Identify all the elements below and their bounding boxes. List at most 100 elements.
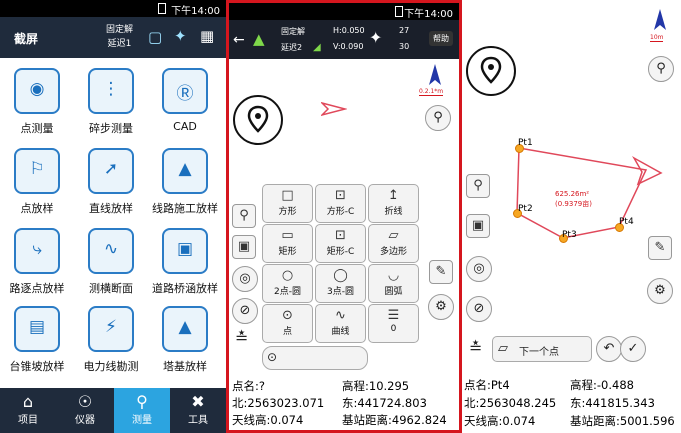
tile-road-point-stakeout[interactable]: ⤷ 路逐点放样: [0, 228, 74, 296]
next-point-button[interactable]: ▱ 下一个点: [492, 336, 592, 362]
tile-power-line-survey[interactable]: ⚡ 电力线勘测: [74, 306, 148, 374]
shape-polyline[interactable]: ↥ 折线: [368, 184, 419, 223]
square-center-icon: ⊡: [335, 188, 346, 203]
tab-label: 工具: [188, 415, 208, 426]
tile-label: 台锥坡放样: [9, 360, 65, 373]
map-canvas[interactable]: 10m ⚲ Pt1 Pt2 Pt3 Pt4 625.26m² (0.9379亩)…: [462, 0, 681, 373]
tile-bridge-culvert-stakeout[interactable]: ▣ 道路桥涵放样: [148, 228, 222, 296]
layers-icon: ☰: [387, 308, 400, 323]
base-distance: 基站距离:5001.596: [570, 414, 675, 428]
confirm-check-icon[interactable]: ✓: [620, 336, 646, 362]
center-location-icon[interactable]: ◎: [232, 266, 258, 292]
status-bar: 下午14:00: [0, 0, 226, 17]
tab-instrument[interactable]: ☉ 仪器: [57, 388, 113, 433]
shape-label: 2点-圆: [274, 287, 301, 297]
location-pin-icon: [247, 105, 269, 133]
tab-tools[interactable]: ✖ 工具: [170, 388, 226, 433]
tile-line-stakeout[interactable]: ➚ 直线放样: [74, 148, 148, 216]
tile-point-stakeout[interactable]: ⚐ 点放样: [0, 148, 74, 216]
tile-point-survey[interactable]: ◉ 点测量: [0, 68, 74, 136]
shape-polygon[interactable]: ▱ 多边形: [368, 224, 419, 263]
locate-button[interactable]: [233, 95, 283, 145]
point-collect-icon[interactable]: ⚲: [232, 204, 256, 228]
point-survey-icon: ◉: [14, 68, 60, 114]
tile-label: 直线放样: [89, 202, 133, 215]
home-icon: ⌂: [22, 392, 34, 411]
shape-label: 方形: [278, 207, 297, 217]
tile-label: 测横断面: [89, 282, 133, 295]
shape-label: 点: [282, 327, 292, 337]
survey-menu-panel: 下午14:00 截屏 固定解 延迟1 ▢ ✦ ▦ ◉ 点测量 ⋮ 碎步测量 Ⓡ …: [0, 0, 226, 433]
instrument-icon: ☉: [77, 392, 93, 411]
tile-detail-survey[interactable]: ⋮ 碎步测量: [74, 68, 148, 136]
point-name: 点名:?: [232, 379, 265, 393]
polygon-icon: ▱: [498, 341, 508, 356]
shape-label: 曲线: [331, 327, 350, 337]
cad-icon: Ⓡ: [162, 68, 208, 114]
area-mu-value: (0.9379亩): [555, 200, 592, 208]
shape-square[interactable]: □ 方形: [262, 184, 313, 223]
gnss-receiver-icon[interactable]: ▲: [253, 30, 265, 48]
battery-icon: [158, 3, 166, 14]
shape-label: 方形-C: [326, 207, 355, 217]
tile-label: 道路桥涵放样: [152, 282, 218, 295]
north-arrow-icon: [429, 64, 441, 85]
rect-icon: ▭: [281, 228, 294, 243]
tile-label: 塔基放样: [163, 360, 207, 373]
bridge-icon: ▣: [162, 228, 208, 274]
settings-gear-icon[interactable]: ⚙: [647, 278, 673, 304]
point-collect-icon[interactable]: ⚲: [466, 174, 490, 198]
shape-label: 圆弧: [384, 287, 403, 297]
tile-label: 碎步测量: [89, 122, 133, 135]
map-layer-button[interactable]: ⚲: [425, 105, 451, 131]
shape-circle-2pt[interactable]: ○ 2点-圆: [262, 264, 313, 303]
antenna-height: 天线高:0.074: [464, 414, 536, 428]
tab-project[interactable]: ⌂ 项目: [0, 388, 56, 433]
shape-rectangle[interactable]: ▭ 矩形: [262, 224, 313, 263]
tab-survey[interactable]: ⚲ 测量: [114, 388, 170, 433]
center-location-icon[interactable]: ◎: [466, 256, 492, 282]
zoom-extent-icon[interactable]: ▣: [232, 235, 256, 259]
status-bar: 下午14:00: [229, 3, 459, 20]
bottom-tab-bar: ⌂ 项目 ☉ 仪器 ⚲ 测量 ✖ 工具: [0, 388, 226, 433]
collapse-chevron-icon[interactable]: ≛: [469, 338, 482, 357]
shape-arc[interactable]: ◡ 圆弧: [368, 264, 419, 303]
east-coordinate: 东:441724.803: [342, 396, 427, 410]
back-arrow-icon[interactable]: ←: [233, 32, 245, 48]
shape-layers[interactable]: ☰ 0: [368, 304, 419, 343]
settings-gear-icon[interactable]: ⚙: [428, 294, 454, 320]
elevation: 高程:-0.488: [570, 378, 634, 392]
shape-rectangle-center[interactable]: ⊡ 矩形-C: [315, 224, 366, 263]
active-tool-bar[interactable]: ⊙: [262, 346, 368, 370]
status-time: 下午14:00: [404, 9, 453, 20]
shape-point[interactable]: ⊙ 点: [262, 304, 313, 343]
cad-drawing-panel: 下午14:00 ← ▲ 固定解 延迟2 ◢ H:0.050 V:0.090 ✦ …: [226, 0, 462, 433]
tile-cone-slope-stakeout[interactable]: ▤ 台锥坡放样: [0, 306, 74, 374]
satellite-icon[interactable]: ✦: [369, 28, 382, 47]
map-canvas[interactable]: 0.2.1*m ⚲ ⚲ ▣ ◎ ⊘ ≛ ✎ ⚙ □ 方形 ⊡ 方形-C ↥ 折线…: [229, 59, 459, 375]
no-entry-icon[interactable]: ⊘: [466, 296, 492, 322]
collapse-chevron-icon[interactable]: ≛: [235, 328, 248, 347]
tile-tower-foundation-stakeout[interactable]: ▲ 塔基放样: [148, 306, 222, 374]
shape-label: 多边形: [379, 247, 407, 257]
tile-road-construction-stakeout[interactable]: ▲ 线路施工放样: [148, 148, 222, 216]
screenshot-button[interactable]: 截屏: [14, 30, 38, 47]
grid-menu-icon[interactable]: ▦: [200, 27, 214, 45]
shape-circle-3pt[interactable]: ◯ 3点-圆: [315, 264, 366, 303]
help-button[interactable]: 帮助: [429, 31, 453, 46]
no-entry-icon[interactable]: ⊘: [232, 298, 258, 324]
undo-icon[interactable]: ↶: [596, 336, 622, 362]
tile-cad[interactable]: Ⓡ CAD: [148, 68, 222, 133]
area-value: 625.26m²: [555, 190, 590, 198]
shape-square-center[interactable]: ⊡ 方形-C: [315, 184, 366, 223]
satellite-icon[interactable]: ✦: [174, 27, 187, 45]
point-label: Pt3: [562, 230, 577, 240]
measure-tool-icon[interactable]: ✎: [429, 260, 453, 284]
shape-curve[interactable]: ∿ 曲线: [315, 304, 366, 343]
tab-label: 测量: [132, 415, 152, 426]
polygon-drawing: [516, 147, 663, 239]
receiver-icon[interactable]: ▢: [148, 28, 162, 46]
zoom-extent-icon[interactable]: ▣: [466, 214, 490, 238]
measure-tool-icon[interactable]: ✎: [648, 236, 672, 260]
tile-cross-section[interactable]: ∿ 测横断面: [74, 228, 148, 296]
